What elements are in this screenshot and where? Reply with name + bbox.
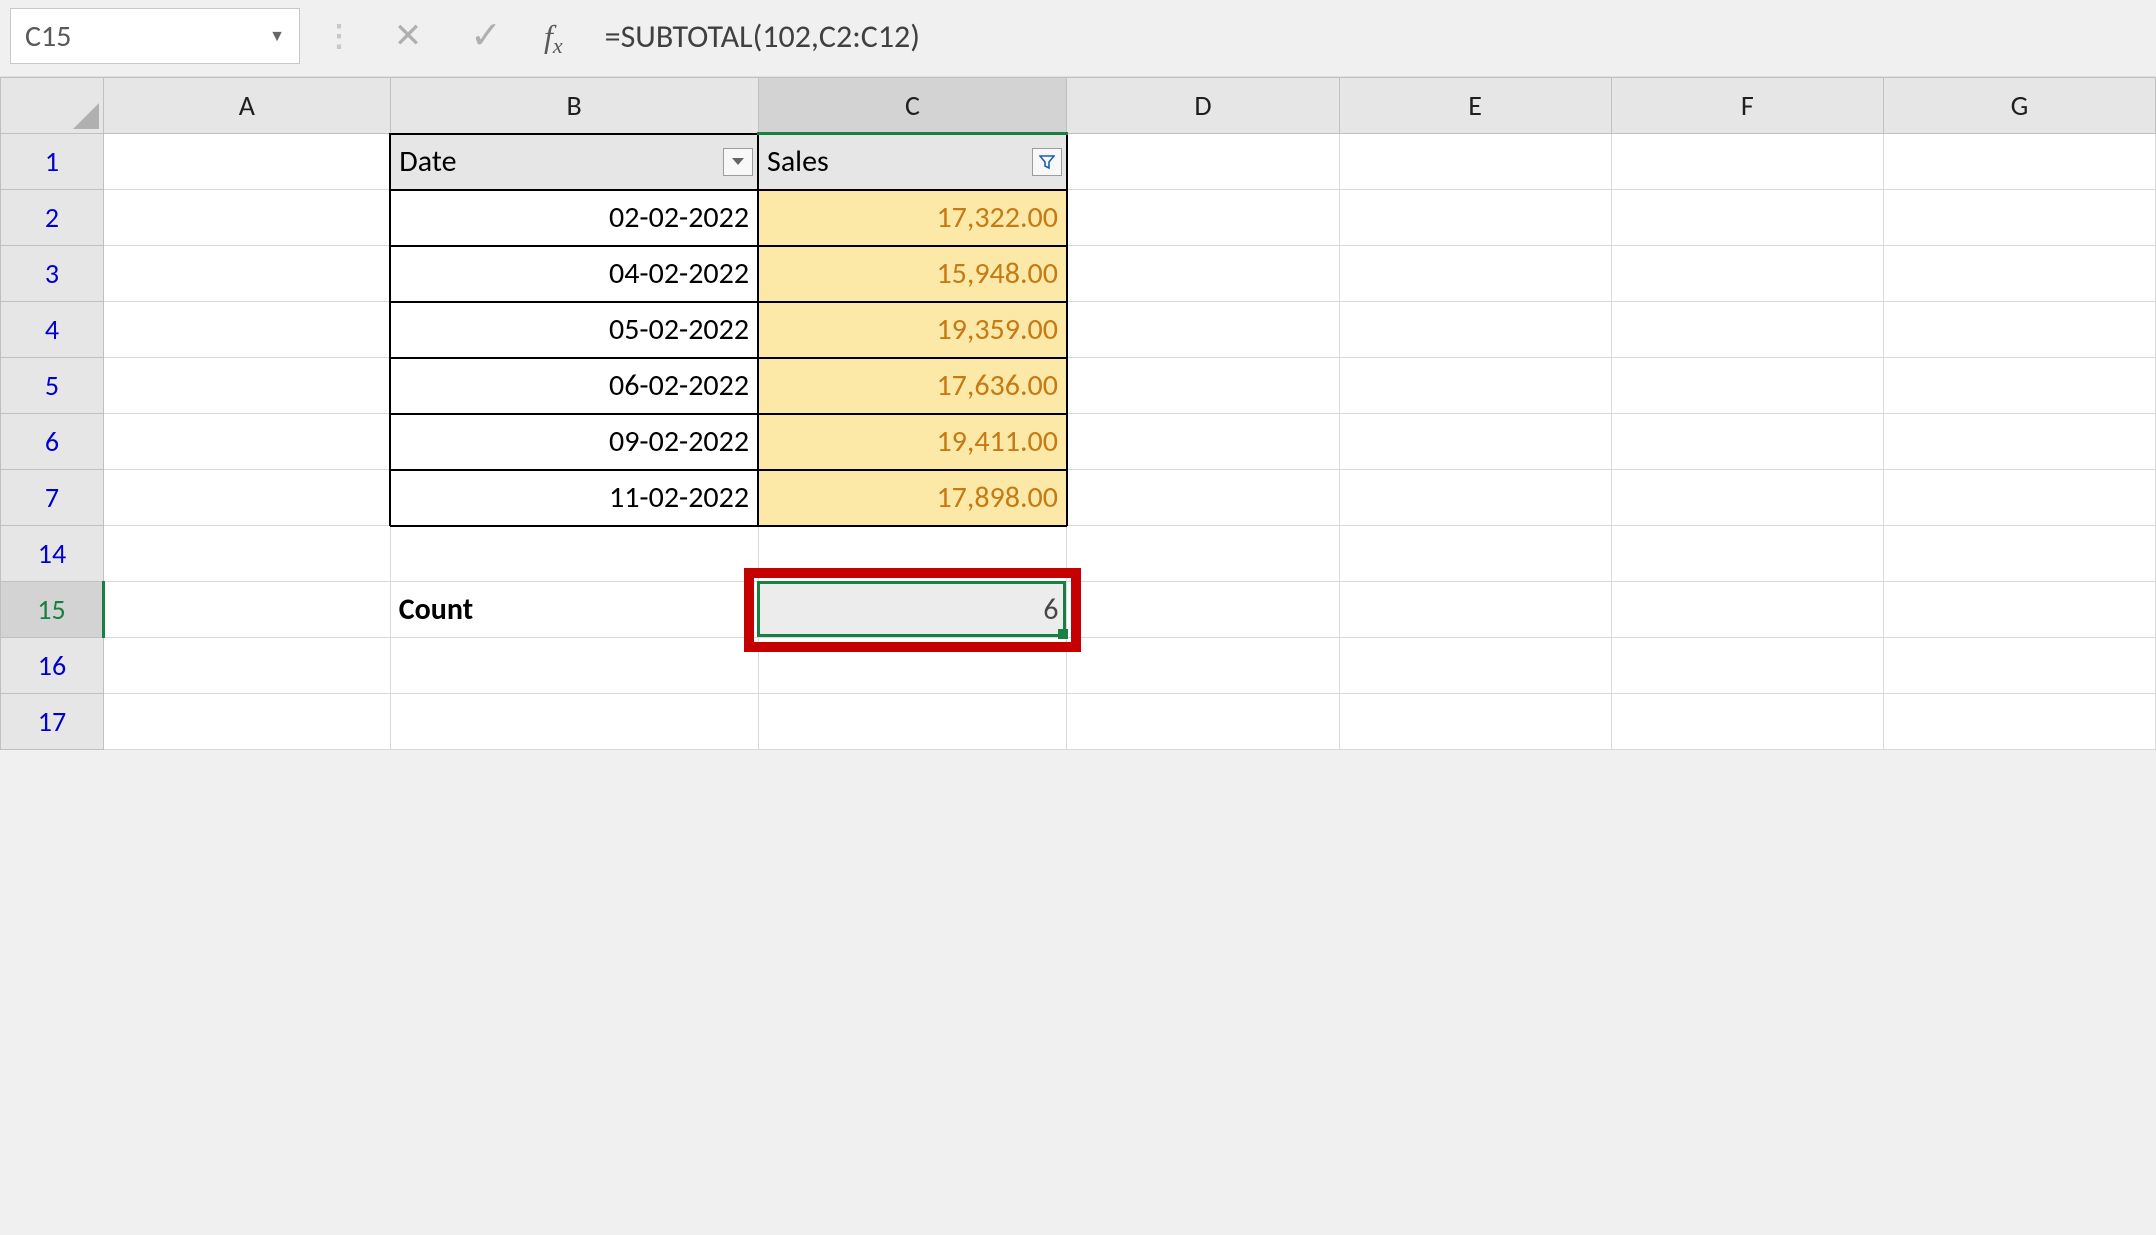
formula-input[interactable]: =SUBTOTAL(102,C2:C12) <box>591 17 2146 56</box>
fx-icon[interactable]: fx <box>534 18 573 55</box>
cell-A15[interactable] <box>103 582 390 638</box>
row-header-14[interactable]: 14 <box>1 526 104 582</box>
cell-B5[interactable]: 06-02-2022 <box>390 358 758 414</box>
cell-A4[interactable] <box>103 302 390 358</box>
column-header-C[interactable]: C <box>758 78 1067 134</box>
separator: ⋮ <box>318 18 360 55</box>
cell-D1[interactable] <box>1067 134 1339 190</box>
column-header-A[interactable]: A <box>103 78 390 134</box>
cell-A3[interactable] <box>103 246 390 302</box>
column-header-B[interactable]: B <box>390 78 758 134</box>
column-header-D[interactable]: D <box>1067 78 1339 134</box>
cell-C2[interactable]: 17,322.00 <box>758 190 1067 246</box>
cell-B17[interactable] <box>390 694 758 750</box>
row-header-15[interactable]: 15 <box>1 582 104 638</box>
column-header-E[interactable]: E <box>1339 78 1611 134</box>
cell-B7[interactable]: 11-02-2022 <box>390 470 758 526</box>
row-header-17[interactable]: 17 <box>1 694 104 750</box>
filter-applied-icon[interactable] <box>1032 148 1062 176</box>
cell-C7[interactable]: 17,898.00 <box>758 470 1067 526</box>
cell-C6[interactable]: 19,411.00 <box>758 414 1067 470</box>
cell-B4[interactable]: 05-02-2022 <box>390 302 758 358</box>
enter-icon[interactable]: ✓ <box>456 8 516 64</box>
cell-B1-date-header[interactable]: Date <box>390 134 758 190</box>
cell-A2[interactable] <box>103 190 390 246</box>
cell-E1[interactable] <box>1339 134 1611 190</box>
row-header-1[interactable]: 1 <box>1 134 104 190</box>
cell-F1[interactable] <box>1611 134 1883 190</box>
row-header-5[interactable]: 5 <box>1 358 104 414</box>
row-header-16[interactable]: 16 <box>1 638 104 694</box>
cell-G1[interactable] <box>1883 134 2155 190</box>
row-header-3[interactable]: 3 <box>1 246 104 302</box>
cell-C3[interactable]: 15,948.00 <box>758 246 1067 302</box>
cell-C15-count-value[interactable]: 6 <box>758 582 1067 638</box>
name-box-dropdown-icon[interactable]: ▼ <box>269 27 285 46</box>
cell-B3[interactable]: 04-02-2022 <box>390 246 758 302</box>
cell-reference: C15 <box>25 18 71 55</box>
cell-A6[interactable] <box>103 414 390 470</box>
filter-dropdown-icon[interactable] <box>723 148 753 176</box>
cell-C17[interactable] <box>758 694 1067 750</box>
name-box[interactable]: C15 ▼ <box>10 8 300 64</box>
column-header-G[interactable]: G <box>1883 78 2155 134</box>
cell-C14[interactable] <box>758 526 1067 582</box>
cell-A5[interactable] <box>103 358 390 414</box>
cell-B16[interactable] <box>390 638 758 694</box>
cell-C1-sales-header[interactable]: Sales <box>758 134 1067 190</box>
cell-A17[interactable] <box>103 694 390 750</box>
cell-B14[interactable] <box>390 526 758 582</box>
column-header-F[interactable]: F <box>1611 78 1883 134</box>
cell-A1[interactable] <box>103 134 390 190</box>
cell-A16[interactable] <box>103 638 390 694</box>
row-header-4[interactable]: 4 <box>1 302 104 358</box>
row-header-6[interactable]: 6 <box>1 414 104 470</box>
cell-B6[interactable]: 09-02-2022 <box>390 414 758 470</box>
cell-A7[interactable] <box>103 470 390 526</box>
row-header-2[interactable]: 2 <box>1 190 104 246</box>
cancel-icon[interactable]: ✕ <box>378 8 438 64</box>
cell-B15-count-label[interactable]: Count <box>390 582 758 638</box>
cell-B2[interactable]: 02-02-2022 <box>390 190 758 246</box>
cell-A14[interactable] <box>103 526 390 582</box>
cell-C4[interactable]: 19,359.00 <box>758 302 1067 358</box>
cell-C5[interactable]: 17,636.00 <box>758 358 1067 414</box>
row-header-7[interactable]: 7 <box>1 470 104 526</box>
cell-C16[interactable] <box>758 638 1067 694</box>
select-all-corner[interactable] <box>1 78 104 134</box>
spreadsheet-grid[interactable]: A B C D E F G 1 Date Sales <box>0 77 2156 750</box>
formula-bar: C15 ▼ ⋮ ✕ ✓ fx =SUBTOTAL(102,C2:C12) <box>0 0 2156 77</box>
